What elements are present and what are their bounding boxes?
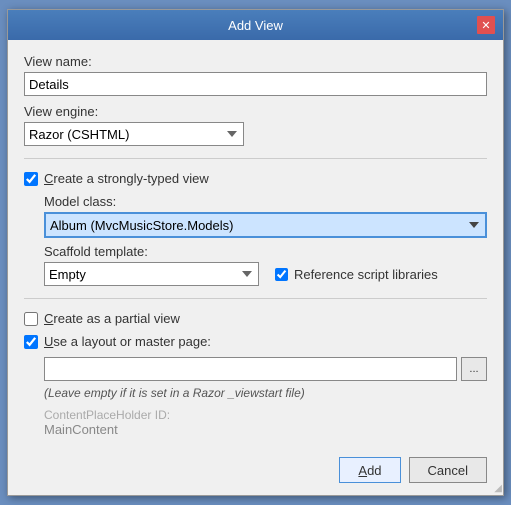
scaffold-template-select[interactable]: Empty Create Delete Details Edit List	[44, 262, 259, 286]
browse-button[interactable]: ...	[461, 357, 487, 381]
view-engine-group: View engine: Razor (CSHTML) ASPX	[24, 104, 487, 146]
layout-input-row: ...	[44, 357, 487, 381]
button-bar: Add Cancel	[8, 449, 503, 495]
scaffold-row: Empty Create Delete Details Edit List Re…	[44, 262, 487, 286]
content-placeholder-label: ContentPlaceHolder ID:	[44, 408, 487, 422]
reference-scripts-checkbox[interactable]	[275, 268, 288, 281]
divider-2	[24, 298, 487, 299]
model-class-container: Album (MvcMusicStore.Models)	[44, 212, 487, 238]
strongly-typed-row: Create a strongly-typed view	[24, 171, 487, 186]
view-name-label: View name:	[24, 54, 487, 69]
model-class-select[interactable]: Album (MvcMusicStore.Models)	[44, 212, 487, 238]
divider-1	[24, 158, 487, 159]
content-placeholder-value: MainContent	[44, 422, 487, 437]
strongly-typed-section: Model class: Album (MvcMusicStore.Models…	[24, 194, 487, 286]
close-button[interactable]: ✕	[477, 16, 495, 34]
model-class-label: Model class:	[44, 194, 487, 209]
resize-handle[interactable]: ◢	[494, 483, 502, 494]
add-view-dialog: Add View ✕ View name: View engine: Razor…	[7, 9, 504, 496]
cancel-button[interactable]: Cancel	[409, 457, 487, 483]
partial-view-row: Create as a partial view	[24, 311, 487, 326]
view-engine-select[interactable]: Razor (CSHTML) ASPX	[24, 122, 244, 146]
dialog-window: Add View ✕ View name: View engine: Razor…	[7, 9, 504, 496]
dialog-body: View name: View engine: Razor (CSHTML) A…	[8, 40, 503, 449]
partial-view-label[interactable]: Create as a partial view	[44, 311, 180, 326]
use-layout-label[interactable]: Use a layout or master page:	[44, 334, 211, 349]
reference-scripts-label[interactable]: Reference script libraries	[294, 267, 438, 282]
view-name-input[interactable]	[24, 72, 487, 96]
scaffold-template-label: Scaffold template:	[44, 244, 487, 259]
partial-view-checkbox[interactable]	[24, 312, 38, 326]
use-layout-checkbox[interactable]	[24, 335, 38, 349]
strongly-typed-checkbox[interactable]	[24, 172, 38, 186]
strongly-typed-label[interactable]: Create a strongly-typed view	[44, 171, 209, 186]
model-class-group: Model class: Album (MvcMusicStore.Models…	[44, 194, 487, 238]
view-engine-label: View engine:	[24, 104, 487, 119]
layout-path-input[interactable]	[44, 357, 457, 381]
reference-scripts-row: Reference script libraries	[275, 267, 438, 282]
dialog-title: Add View	[34, 18, 477, 33]
title-bar: Add View ✕	[8, 10, 503, 40]
layout-section: ... (Leave empty if it is set in a Razor…	[24, 357, 487, 437]
view-name-group: View name:	[24, 54, 487, 96]
use-layout-row: Use a layout or master page:	[24, 334, 487, 349]
layout-hint-text: (Leave empty if it is set in a Razor _vi…	[44, 386, 305, 400]
add-button[interactable]: Add	[339, 457, 400, 483]
scaffold-template-group: Scaffold template: Empty Create Delete D…	[44, 244, 487, 286]
